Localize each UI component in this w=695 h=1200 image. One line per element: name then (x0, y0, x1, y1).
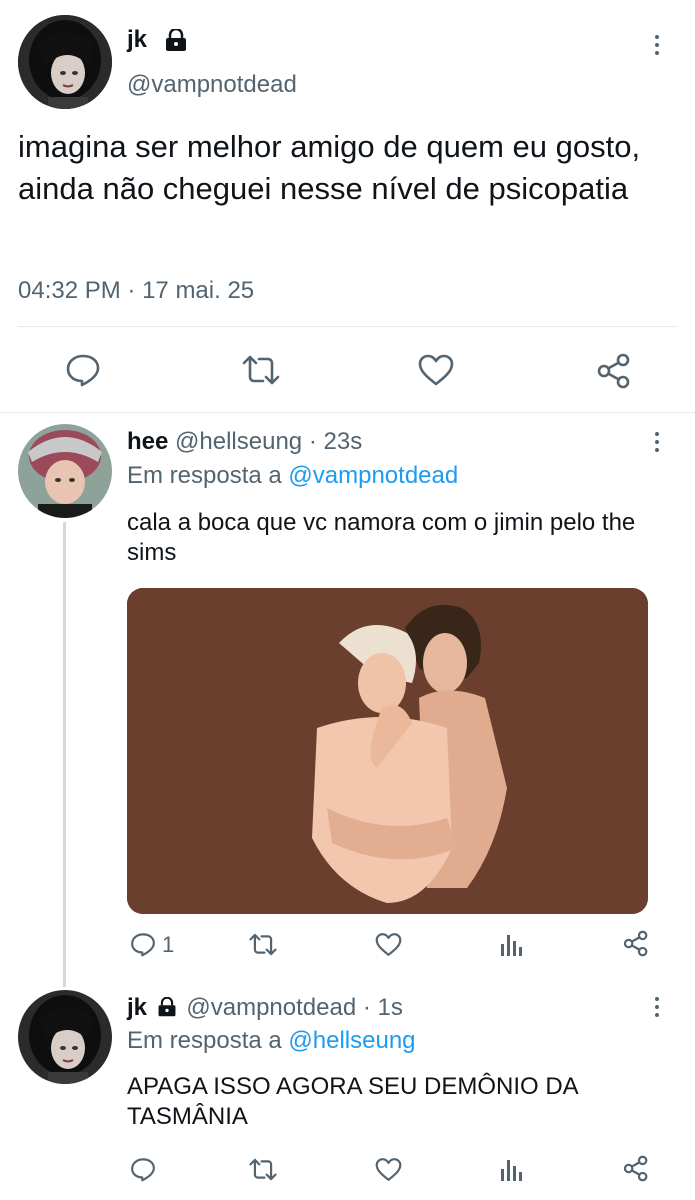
handle[interactable]: @vampnotdead (127, 71, 297, 99)
reply-icon[interactable] (130, 1157, 156, 1182)
retweet-icon[interactable] (248, 1157, 278, 1182)
heart-icon[interactable] (374, 1157, 403, 1182)
views-icon[interactable] (500, 932, 524, 957)
tweet-text: cala a boca que vc namora com o jimin pe… (127, 509, 636, 566)
timestamp: 04:32 PM · 17 mai. 25 (18, 277, 254, 305)
views-icon[interactable] (500, 1157, 524, 1182)
reply-prefix: Em resposta a (127, 1027, 282, 1054)
separator: · (308, 428, 317, 455)
heart-icon[interactable] (417, 353, 455, 387)
inner-divider (18, 326, 677, 327)
tweet-text: APAGA ISSO AGORA SEU DEMÔNIO DA TASMÂNIA (127, 1073, 578, 1130)
avatar-jk[interactable] (18, 15, 112, 109)
separator: · (362, 994, 371, 1021)
more-icon[interactable] (653, 35, 661, 59)
retweet-icon[interactable] (248, 932, 278, 957)
thread-line (63, 522, 66, 987)
handle[interactable]: @vampnotdead (186, 994, 356, 1021)
avatar-jk[interactable] (18, 990, 112, 1084)
share-icon[interactable] (595, 353, 633, 389)
reply-count: 1 (162, 932, 175, 957)
display-name[interactable]: jk (127, 26, 147, 54)
more-icon[interactable] (653, 432, 661, 456)
display-name[interactable]: jk (127, 994, 147, 1021)
replying-to: Em resposta a @hellseung (127, 1027, 416, 1055)
tweet-age[interactable]: 1s (378, 994, 403, 1021)
handle[interactable]: @hellseung (175, 428, 302, 455)
retweet-icon[interactable] (241, 353, 281, 387)
replying-to: Em resposta a @vampnotdead (127, 462, 458, 490)
lock-icon (156, 997, 178, 1017)
separator: · (127, 277, 136, 304)
tweet-time[interactable]: 04:32 PM (18, 277, 121, 304)
share-icon[interactable] (622, 930, 650, 957)
reply-to-handle[interactable]: @vampnotdead (288, 462, 458, 489)
more-icon[interactable] (653, 997, 661, 1021)
reply-icon[interactable] (65, 353, 101, 387)
attached-image[interactable] (127, 588, 648, 914)
avatar-hee[interactable] (18, 424, 112, 518)
reply-prefix: Em resposta a (127, 462, 282, 489)
heart-icon[interactable] (374, 932, 403, 957)
tweet-text: imagina ser melhor amigo de quem eu gost… (18, 129, 641, 206)
display-name[interactable]: hee (127, 428, 168, 455)
reply2-header: jk @vampnotdead · 1s (127, 994, 403, 1022)
tweet-age[interactable]: 23s (324, 428, 363, 455)
reply1-header: hee @hellseung · 23s (127, 428, 362, 456)
lock-icon (163, 29, 189, 51)
reply-to-handle[interactable]: @hellseung (288, 1027, 415, 1054)
tweet-date[interactable]: 17 mai. 25 (142, 277, 254, 304)
share-icon[interactable] (622, 1155, 650, 1182)
reply-icon[interactable] (130, 932, 156, 957)
section-divider (0, 412, 695, 413)
